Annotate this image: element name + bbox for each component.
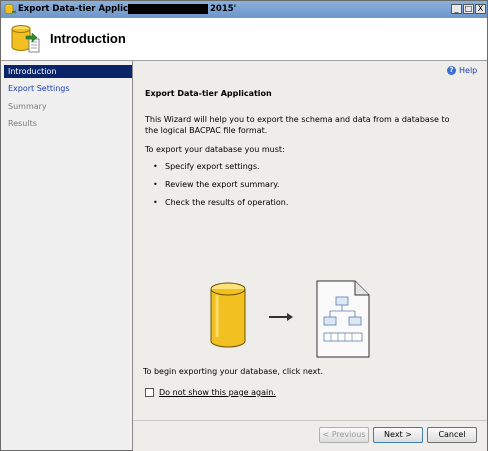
help-label: Help: [459, 66, 478, 75]
intro-text: This Wizard will help you to export the …: [145, 115, 450, 135]
do-not-show-option[interactable]: Do not show this page again.: [145, 388, 276, 397]
list-item: Review the export summary.: [145, 180, 288, 198]
begin-instruction: To begin exporting your database, click …: [143, 367, 324, 376]
export-illustration: [210, 280, 370, 358]
list-item: Check the results of operation.: [145, 198, 288, 216]
maximize-button[interactable]: □: [463, 4, 474, 14]
title-bar[interactable]: Export Data-tier Application ' 2015' _ □…: [1, 1, 487, 18]
database-icon: [210, 282, 246, 348]
minimize-button[interactable]: _: [451, 4, 462, 14]
list-item: Specify export settings.: [145, 162, 288, 180]
previous-button: < Previous: [319, 427, 369, 443]
next-button[interactable]: Next >: [373, 427, 423, 443]
help-icon: ?: [447, 66, 456, 75]
arrow-right-icon: [269, 313, 293, 321]
section-title: Export Data-tier Application: [145, 89, 272, 98]
wizard-window: Export Data-tier Application ' 2015' _ □…: [0, 0, 488, 451]
help-link[interactable]: ? Help: [447, 66, 477, 75]
nav-item-results: Results: [8, 119, 37, 128]
nav-item-introduction[interactable]: Introduction: [4, 65, 132, 78]
redacted-text: [128, 4, 208, 14]
requirements-list: Specify export settings. Review the expo…: [145, 162, 288, 216]
wizard-nav: Introduction Export Settings Summary Res…: [1, 61, 133, 450]
page-title: Introduction: [50, 31, 126, 46]
database-export-icon: [11, 25, 40, 53]
checkbox-label[interactable]: Do not show this page again.: [159, 388, 276, 397]
close-button[interactable]: X: [475, 4, 486, 14]
nav-item-summary: Summary: [8, 102, 47, 111]
bacpac-file-icon: [316, 280, 370, 358]
requirements-heading: To export your database you must:: [145, 145, 285, 154]
nav-item-export-settings[interactable]: Export Settings: [4, 82, 132, 95]
do-not-show-checkbox[interactable]: [145, 388, 154, 397]
window-title-suffix: 2015': [210, 4, 237, 14]
database-export-icon: [4, 4, 16, 14]
wizard-footer: < Previous Next > Cancel: [133, 420, 487, 451]
wizard-content: ? Help Export Data-tier Application This …: [133, 61, 487, 420]
wizard-header: Introduction: [1, 18, 487, 61]
cancel-button[interactable]: Cancel: [427, 427, 477, 443]
